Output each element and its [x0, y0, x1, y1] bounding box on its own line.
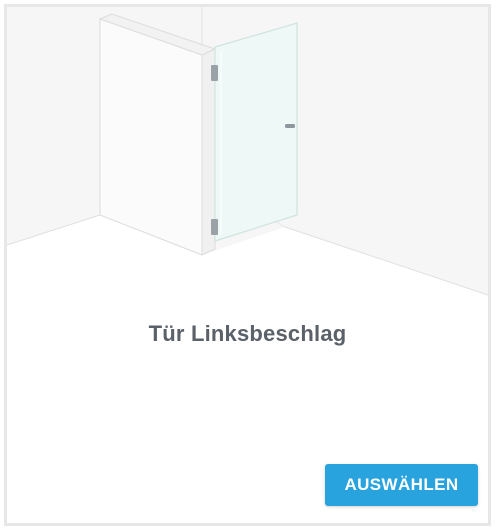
- product-card[interactable]: Tür Linksbeschlag AUSWÄHLEN: [4, 4, 491, 526]
- shower-door-illustration: [7, 7, 488, 297]
- card-title: Tür Linksbeschlag: [148, 321, 347, 346]
- select-button[interactable]: AUSWÄHLEN: [325, 464, 478, 506]
